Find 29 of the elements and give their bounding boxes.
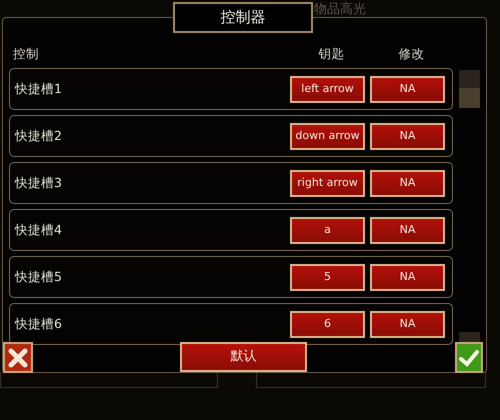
confirm-button[interactable]	[455, 342, 483, 373]
action-label: 快捷槽5	[15, 268, 63, 286]
key-button[interactable]: 5	[290, 264, 365, 290]
action-label: 快捷槽3	[15, 174, 63, 192]
modifier-button[interactable]: NA	[370, 264, 445, 290]
modifier-button[interactable]: NA	[370, 216, 445, 244]
default-button[interactable]: 默认	[180, 342, 307, 372]
check-icon	[459, 348, 479, 366]
action-label: 快捷槽6	[15, 314, 63, 333]
key-button[interactable]: 6	[290, 310, 365, 338]
modifier-button[interactable]: NA	[370, 76, 445, 102]
close-button[interactable]	[3, 342, 33, 373]
action-label: 快捷槽2	[15, 126, 63, 145]
key-button[interactable]: down arrow	[290, 122, 365, 150]
modifier-button[interactable]: NA	[370, 170, 445, 196]
modifier-button[interactable]: NA	[370, 310, 445, 338]
action-label: 快捷槽1	[15, 80, 63, 98]
column-header: 控制	[12, 44, 40, 63]
modifier-button[interactable]: NA	[370, 122, 445, 150]
action-label: 快捷槽4	[15, 220, 63, 239]
key-button[interactable]: a	[290, 216, 365, 244]
column-header: 钥匙	[318, 44, 346, 63]
scroll-thumb[interactable]	[459, 88, 480, 108]
column-header: 修改	[398, 44, 426, 63]
background-label: 物品高光	[314, 1, 366, 19]
close-icon	[8, 348, 28, 368]
key-button[interactable]: right arrow	[290, 170, 365, 196]
dialog-title: 控制器	[173, 2, 313, 33]
key-button[interactable]: left arrow	[290, 76, 365, 102]
